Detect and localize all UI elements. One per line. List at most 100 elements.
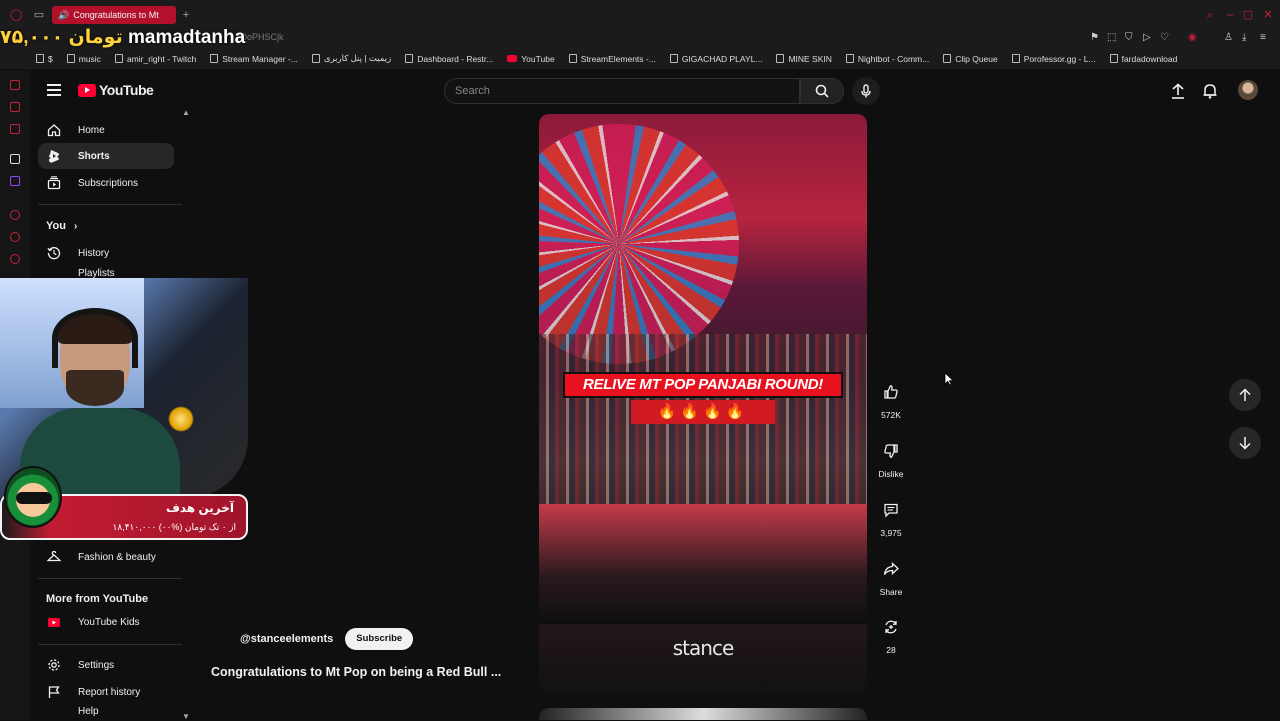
donation-alert: ۷۵,۰۰۰ تومان mamadtanha [0, 26, 245, 49]
bookmark-item[interactable]: MINE SKIN [776, 54, 832, 64]
tab-active[interactable]: 🔊 Congratulations to Mt [52, 6, 176, 24]
extension-icon[interactable]: ◉ [1188, 32, 1197, 43]
opera-logo-icon[interactable]: ◯ [10, 9, 22, 21]
short-title[interactable]: Congratulations to Mt Pop on being a Red… [211, 665, 501, 679]
donation-amount: ۷۵,۰۰۰ تومان [0, 27, 123, 48]
subscriptions-icon [46, 175, 62, 191]
divider [38, 204, 182, 205]
page-icon [943, 54, 952, 63]
previous-short-button[interactable] [1229, 379, 1261, 411]
sidebar-app-icon[interactable] [10, 254, 20, 264]
page-icon [114, 54, 123, 63]
bookmark-item[interactable]: Porofessor.gg - L... [1011, 54, 1096, 64]
bookmark-item[interactable]: StreamElements -... [568, 54, 656, 64]
mouse-cursor-icon [944, 372, 954, 386]
folder-icon [66, 54, 75, 63]
sidebar-app-icon[interactable] [10, 154, 20, 164]
short-video-player[interactable]: RELIVE MT POP PANJABI ROUND! 🔥🔥🔥🔥 stance [539, 114, 867, 694]
like-button[interactable]: 572K [871, 378, 911, 420]
sidebar-item-settings[interactable]: Settings [38, 652, 174, 678]
comments-button[interactable]: 3,975 [871, 496, 911, 538]
bookmark-item[interactable]: Dashboard - Restr... [405, 54, 493, 64]
next-short-button[interactable] [1229, 427, 1261, 459]
sidebar-app-icon[interactable] [10, 124, 20, 134]
page-icon [210, 54, 219, 63]
sidebar-item-report-history[interactable]: Report history [38, 679, 174, 705]
tab-title: Congratulations to Mt [73, 10, 159, 20]
shield-icon[interactable]: ⛉ [1125, 32, 1133, 43]
youtube-logo[interactable]: YouTube [78, 82, 154, 98]
page-icon [405, 54, 414, 63]
bookmark-item[interactable]: GIGACHAD PLAYL... [669, 54, 762, 64]
sidebar-item-home[interactable]: Home [38, 117, 174, 143]
sidebar-item-fashion-beauty[interactable]: Fashion & beauty [38, 544, 174, 570]
notifications-button[interactable] [1200, 81, 1220, 101]
chevron-right-icon: › [73, 220, 78, 232]
hanger-icon [46, 549, 62, 565]
heart-icon[interactable]: ♡ [1160, 32, 1169, 43]
sidebar-app-icon[interactable] [10, 80, 20, 90]
bell-icon [1203, 84, 1217, 99]
upload-button[interactable] [1168, 81, 1188, 101]
page-icon [1011, 54, 1020, 63]
search-input[interactable]: Search [444, 78, 800, 104]
sidebar-item-help[interactable]: Help [38, 706, 174, 720]
share-button[interactable]: Share [871, 555, 911, 597]
play-icon[interactable]: ▷ [1143, 32, 1151, 43]
history-icon[interactable] [10, 232, 20, 242]
comment-count: 3,975 [880, 528, 902, 538]
minimize-icon[interactable]: – [1224, 9, 1236, 21]
dislike-button[interactable]: Dislike [871, 437, 911, 479]
bookmark-item[interactable]: $ [36, 54, 53, 64]
subscribe-button[interactable]: Subscribe [345, 628, 414, 650]
headset-icon [52, 308, 138, 368]
menu-icon[interactable] [47, 84, 61, 96]
goal-title: آخرین هدف [165, 501, 234, 515]
bookmarks-bar: $ music amir_right - Twitch Stream Manag… [0, 48, 1280, 70]
sidebar-app-icon[interactable] [10, 102, 20, 112]
sidebar-item-history[interactable]: History [38, 240, 174, 266]
flag-icon [46, 684, 62, 700]
next-short-preview[interactable] [539, 708, 867, 720]
bookmark-item[interactable]: Clip Queue [943, 54, 998, 64]
bookmark-item[interactable]: fardadownload [1109, 54, 1177, 64]
page-icon [845, 54, 854, 63]
remix-count: 28 [886, 645, 896, 655]
upload-icon [1172, 83, 1184, 99]
account-icon[interactable]: ♙ [1224, 32, 1233, 43]
voice-search-button[interactable] [852, 77, 880, 105]
close-icon[interactable]: ✕ [1262, 9, 1274, 21]
channel-name[interactable]: @stanceelements [240, 633, 333, 645]
webcam-feed [0, 278, 248, 498]
sidebar-you-heading[interactable]: You › [46, 220, 77, 232]
download-icon[interactable]: ⤓ [1242, 32, 1246, 43]
search-button[interactable] [800, 78, 844, 104]
bookmark-item[interactable]: Nightbot - Comm... [845, 54, 929, 64]
bookmark-icon[interactable]: ⚑ [1090, 32, 1099, 43]
page-icon [311, 54, 320, 63]
avatar[interactable] [1238, 80, 1258, 100]
bookmark-item[interactable]: music [66, 54, 101, 64]
youtube-play-icon [78, 83, 96, 97]
search-tabs-icon[interactable]: ⌕ [1204, 9, 1216, 21]
remix-button[interactable]: 28 [871, 613, 911, 655]
scroll-up-icon[interactable]: ▲ [182, 108, 190, 117]
fire-emoji-row: 🔥🔥🔥🔥 [631, 400, 775, 424]
sidebar-item-subscriptions[interactable]: Subscriptions [38, 170, 174, 196]
menu-icon[interactable]: ≡ [1260, 32, 1266, 43]
twitch-icon[interactable] [10, 176, 20, 186]
new-tab-icon[interactable]: + [180, 9, 192, 21]
sidebar-app-icon[interactable] [10, 210, 20, 220]
mascot-logo [4, 466, 62, 528]
maximize-icon[interactable]: ▢ [1242, 9, 1254, 21]
sidebar-item-shorts[interactable]: Shorts [38, 143, 174, 169]
tab-switcher-icon[interactable]: ▭ [33, 9, 45, 21]
bookmark-item[interactable]: Stream Manager -... [210, 54, 298, 64]
video-watermark: stance [672, 636, 735, 660]
bookmark-item[interactable]: amir_right - Twitch [114, 54, 196, 64]
bookmark-item[interactable]: YouTube [507, 54, 555, 64]
sidebar-item-youtube-kids[interactable]: YouTube Kids [38, 609, 174, 635]
snapshot-icon[interactable]: ⬚ [1107, 32, 1116, 43]
more-from-youtube-heading: More from YouTube [46, 593, 149, 605]
bookmark-item[interactable]: زیمیت | پنل کاربری [311, 53, 391, 64]
